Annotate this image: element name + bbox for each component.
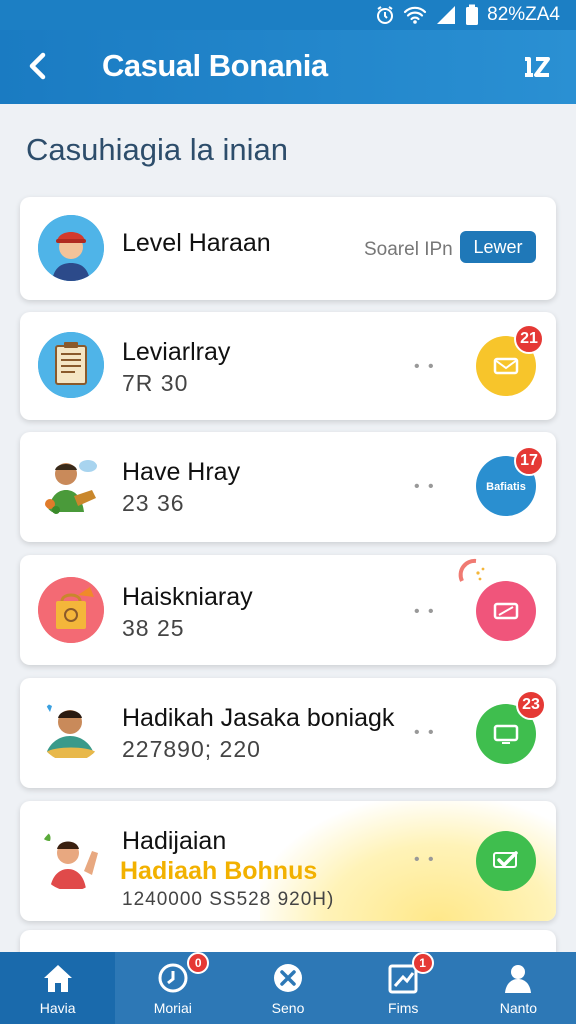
avatar (38, 215, 104, 281)
nav-item-seno[interactable]: Seno (230, 952, 345, 1024)
nav-item-home[interactable]: Havia (0, 952, 116, 1024)
more-dots: • • (414, 851, 436, 868)
avatar (38, 452, 104, 518)
sparkle-icon (458, 558, 485, 582)
page-title: Casual Bonania (102, 48, 328, 83)
notification-badge: 23 (516, 690, 546, 720)
boy-avatar-icon (44, 702, 96, 758)
card-title: Have Hray (122, 458, 241, 486)
more-dots: • • (414, 724, 436, 741)
envelope-icon (493, 357, 519, 375)
bottom-nav: Havia Moriai 0 Seno Fims 1 Nanto (0, 952, 576, 1024)
list-item[interactable]: Haiskniaray 38 25 • • (20, 555, 556, 665)
battery-icon (466, 4, 479, 25)
nav-label: Havia (39, 1000, 76, 1016)
tv-icon (493, 724, 519, 744)
arrow-left-icon (29, 52, 46, 80)
wifi-icon (404, 6, 427, 24)
status-text: 82%ZA4 (487, 4, 560, 25)
nav-badge: 0 (187, 952, 210, 974)
list-item[interactable]: Hadijaian Hadiaah Bohnus 1240000 SS528 9… (20, 801, 556, 921)
ticket-icon (493, 602, 519, 620)
alarm-icon (377, 6, 394, 24)
waving-boy-icon (41, 831, 98, 889)
status-bar: 82%ZA4 (0, 0, 576, 30)
card-title: Leviarlray (122, 338, 231, 366)
nav-badge: 1 (411, 952, 434, 974)
avatar (38, 577, 104, 643)
more-dots: • • (414, 603, 436, 620)
card-subtitle: 227890; 220 (122, 736, 261, 762)
nav-item-nanto[interactable]: Nanto (461, 952, 576, 1024)
nav-item-fims[interactable]: Fims 1 (346, 952, 461, 1024)
check-icon (493, 851, 518, 868)
close-circle-icon (274, 964, 302, 992)
notification-badge: 17 (514, 446, 544, 476)
gift-bag-icon (38, 577, 104, 643)
avatar (38, 696, 104, 762)
nav-label: Moriai (153, 1000, 192, 1016)
list-item[interactable]: Level Haraan Soarel IPn Lewer (20, 197, 556, 300)
circle-label: Bafiatis (486, 481, 526, 493)
card-title: Hadijaian (122, 827, 227, 855)
clock-icon (158, 963, 188, 993)
list-item[interactable]: Leviarlray 7R 30 • • 21 (20, 312, 556, 420)
ranking-icon (525, 57, 550, 77)
avatar (38, 332, 104, 398)
card-title: Haiskniaray (122, 583, 253, 611)
nav-label: Seno (271, 1000, 305, 1016)
list-item[interactable]: Have Hray 23 36 • • Bafiatis 17 (20, 432, 556, 542)
card-subtitle: 23 36 (122, 490, 185, 516)
back-button[interactable] (20, 44, 60, 88)
signal-icon (437, 6, 456, 24)
list-item[interactable]: Hadikah Jasaka boniagk 227890; 220 • • 2… (20, 678, 556, 788)
tag-label: Soarel IPn (364, 239, 453, 260)
home-icon (43, 965, 72, 992)
person-avatar-icon (38, 215, 104, 281)
nav-item-moriai[interactable]: Moriai 0 (115, 952, 230, 1024)
section-title: Casuhiagia la inian (26, 132, 288, 167)
card-title: Hadikah Jasaka boniagk (122, 704, 395, 732)
card-subtitle: 38 25 (122, 615, 185, 641)
more-dots: • • (414, 358, 436, 375)
bonus-label: Hadiaah Bohnus (120, 857, 318, 885)
notification-badge: 21 (514, 324, 544, 354)
more-dots: • • (414, 478, 436, 495)
card-action-button[interactable] (476, 831, 536, 891)
farmer-avatar-icon (45, 460, 97, 514)
notepad-icon (38, 332, 104, 398)
avatar (38, 825, 104, 891)
card-title: Level Haraan (122, 229, 271, 257)
card-action-button[interactable] (476, 581, 536, 641)
card-subtitle: 7R 30 (122, 370, 189, 396)
nav-label: Fims (388, 1000, 419, 1016)
person-icon (505, 965, 532, 993)
ranking-button[interactable] (518, 48, 558, 84)
card-subtitle: 1240000 SS528 920H) (122, 889, 335, 910)
nav-label: Nanto (499, 1000, 538, 1016)
level-button[interactable]: Lewer (460, 231, 536, 263)
app-bar: Casual Bonania (0, 30, 576, 104)
